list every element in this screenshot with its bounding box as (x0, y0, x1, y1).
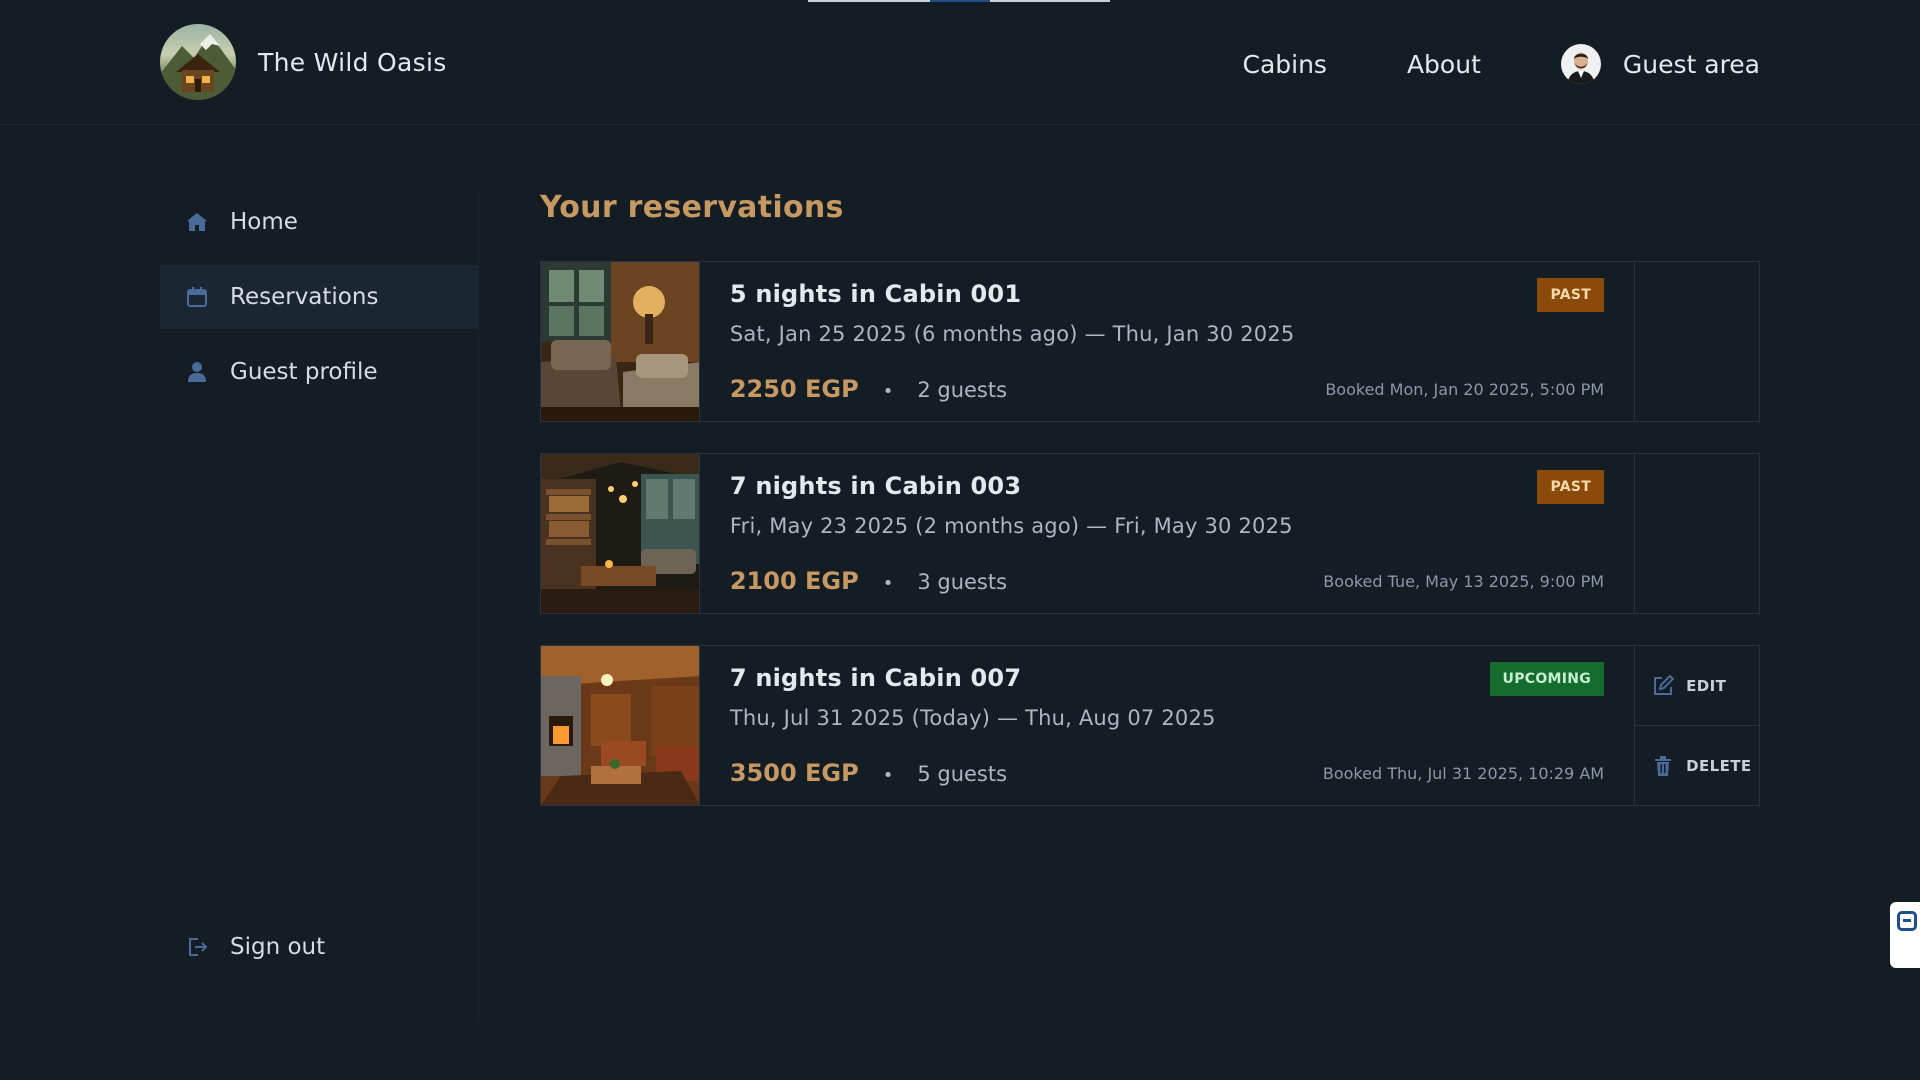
sidebar-item-home[interactable]: Home (160, 190, 478, 254)
reservation-card: 5 nights in Cabin 001 Sat, Jan 25 2025 (… (540, 261, 1760, 422)
sidebar-item-label: Home (230, 209, 298, 235)
status-badge: PAST (1537, 278, 1605, 312)
edit-reservation-button[interactable]: EDIT (1635, 646, 1759, 725)
edit-icon (1652, 674, 1675, 697)
cabin-image (541, 262, 700, 421)
reservation-guests: 2 guests (917, 378, 1008, 402)
guest-area-label: Guest area (1622, 49, 1760, 79)
reservations-main: Your reservations 5 nights in Cabin 001 … (540, 190, 1760, 837)
reservation-details: 7 nights in Cabin 003 Fri, May 23 2025 (… (700, 454, 1634, 613)
sign-out-button[interactable]: Sign out (160, 915, 479, 979)
account-sidebar: Home Reservations Guest profile Sign out (160, 190, 479, 1020)
sidebar-item-reservations[interactable]: Reservations (160, 265, 478, 329)
reservation-dates: Thu, Jul 31 2025 (Today) — Thu, Aug 07 2… (729, 706, 1216, 730)
reservation-price: 3500 EGP (729, 759, 859, 787)
site-header: The Wild Oasis Cabins About Guest area (0, 0, 1920, 125)
user-icon (186, 361, 208, 383)
page-title: Your reservations (540, 190, 844, 225)
reservation-booked-date: Booked Mon, Jan 20 2025, 5:00 PM (1325, 380, 1605, 399)
sidebar-item-label: Reservations (230, 284, 379, 310)
status-badge: UPCOMING (1489, 662, 1605, 696)
separator-dot: • (882, 573, 894, 594)
app-name: The Wild Oasis (258, 47, 447, 77)
nav-cabins-link[interactable]: Cabins (1242, 50, 1326, 79)
avatar (1560, 44, 1601, 84)
reservation-actions: EDIT DELETE (1634, 646, 1759, 805)
sign-out-label: Sign out (230, 934, 326, 960)
status-badge: PAST (1537, 470, 1605, 504)
calendar-icon (186, 286, 208, 308)
sidebar-item-guest-profile[interactable]: Guest profile (160, 340, 478, 404)
home-icon (186, 211, 208, 233)
reservation-booked-date: Booked Thu, Jul 31 2025, 10:29 AM (1322, 764, 1605, 783)
reservation-booked-date: Booked Tue, May 13 2025, 9:00 PM (1323, 572, 1605, 591)
separator-dot: • (882, 765, 894, 786)
reservation-price: 2100 EGP (729, 567, 859, 595)
reservation-dates: Sat, Jan 25 2025 (6 months ago) — Thu, J… (729, 322, 1295, 346)
reservation-card: 7 nights in Cabin 007 Thu, Jul 31 2025 (… (540, 645, 1760, 806)
reservation-card: 7 nights in Cabin 003 Fri, May 23 2025 (… (540, 453, 1760, 614)
logo-link[interactable]: The Wild Oasis (160, 24, 447, 100)
reservation-dates: Fri, May 23 2025 (2 months ago) — Fri, M… (729, 514, 1293, 538)
cabin-image (541, 454, 700, 613)
reservation-actions (1634, 454, 1759, 613)
reservation-title: 7 nights in Cabin 003 (729, 472, 1022, 500)
logo-image (160, 24, 236, 100)
reservation-details: 5 nights in Cabin 001 Sat, Jan 25 2025 (… (700, 262, 1634, 421)
reservation-guests: 3 guests (917, 570, 1008, 594)
nav-guest-area-link[interactable]: Guest area (1560, 44, 1760, 84)
chat-widget-tab[interactable] (1890, 902, 1920, 968)
trash-icon (1652, 755, 1674, 777)
edit-label: EDIT (1686, 676, 1727, 695)
reservation-details: 7 nights in Cabin 007 Thu, Jul 31 2025 (… (700, 646, 1634, 805)
main-nav: Cabins About Guest area (1242, 44, 1760, 84)
chat-icon (1897, 911, 1917, 931)
delete-reservation-button[interactable]: DELETE (1635, 725, 1759, 805)
sidebar-item-label: Guest profile (230, 359, 378, 385)
separator-dot: • (882, 381, 894, 402)
reservation-title: 5 nights in Cabin 001 (729, 280, 1022, 308)
reservation-guests: 5 guests (917, 762, 1008, 786)
sign-out-icon (186, 936, 208, 958)
nav-about-link[interactable]: About (1407, 50, 1481, 79)
reservation-price: 2250 EGP (729, 375, 859, 403)
cabin-image (541, 646, 700, 805)
reservation-title: 7 nights in Cabin 007 (729, 664, 1022, 692)
reservation-actions (1634, 262, 1759, 421)
delete-label: DELETE (1686, 756, 1752, 775)
